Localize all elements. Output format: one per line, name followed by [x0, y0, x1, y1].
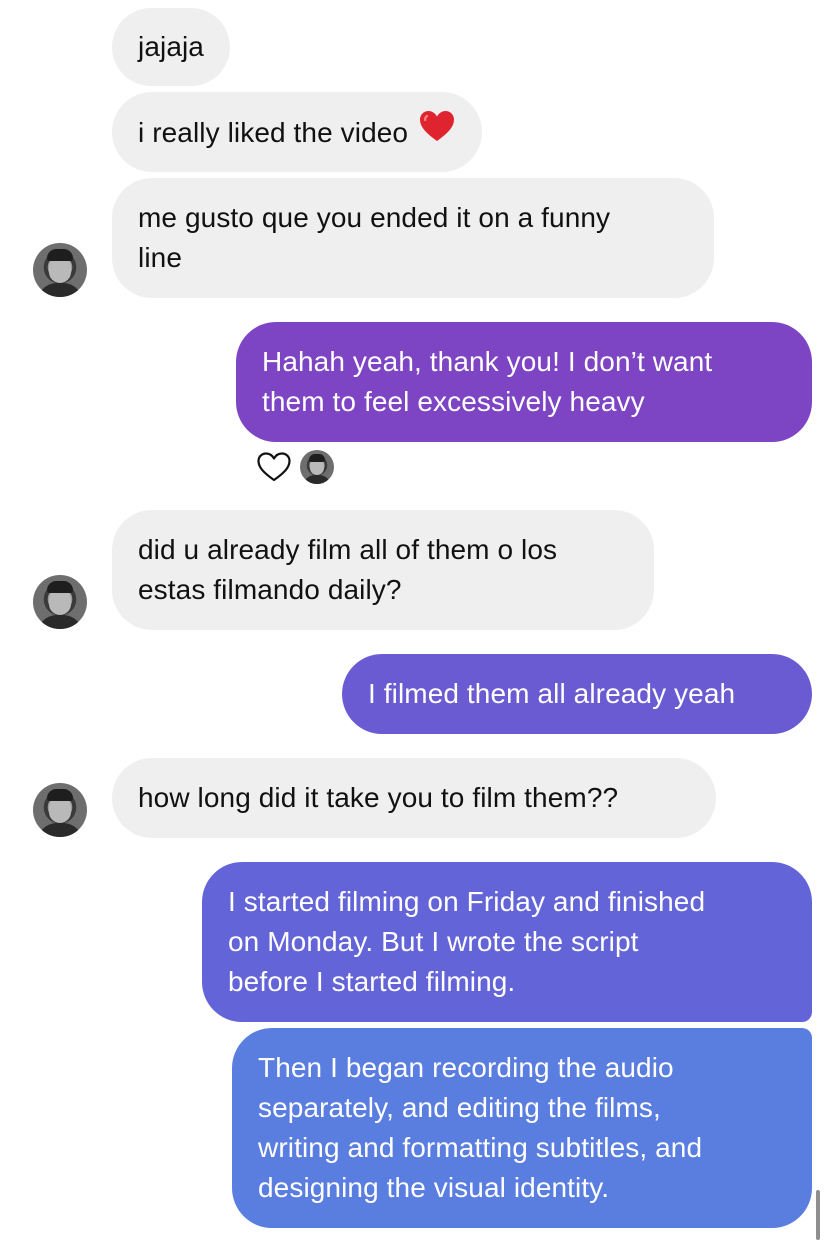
message-line: on Monday. But I wrote the script	[228, 926, 639, 957]
message-bubble-incoming[interactable]: did u already film all of them o los est…	[112, 510, 654, 630]
message-bubble-incoming[interactable]: i really liked the video	[112, 92, 483, 172]
message-line: separately, and editing the films,	[258, 1092, 661, 1123]
message-line: Then I began recording the audio	[258, 1052, 674, 1083]
message-bubble-incoming[interactable]: how long did it take you to film them??	[112, 758, 716, 838]
contact-avatar[interactable]	[33, 783, 87, 837]
message-line: I started filming on Friday and finished	[228, 886, 706, 917]
contact-avatar[interactable]	[33, 243, 87, 297]
message-bubble-outgoing[interactable]: I filmed them all already yeah	[342, 654, 812, 734]
message-line: did u already film all of them o los	[138, 534, 558, 565]
message-line: writing and formatting subtitles, and	[258, 1132, 703, 1163]
contact-avatar[interactable]	[33, 575, 87, 629]
message-line: estas filmando daily?	[138, 574, 402, 605]
message-bubble-outgoing[interactable]: Hahah yeah, thank you! I don’t want them…	[236, 322, 812, 442]
message-bubble-outgoing[interactable]: Then I began recording the audio separat…	[232, 1028, 812, 1228]
reactor-avatar	[300, 450, 334, 484]
message-line: before I started filming.	[228, 966, 516, 997]
message-bubble-outgoing[interactable]: I started filming on Friday and finished…	[202, 862, 812, 1022]
message-text: I filmed them all already yeah	[368, 678, 736, 709]
message-line: designing the visual identity.	[258, 1172, 610, 1203]
reaction-row[interactable]	[256, 450, 346, 486]
message-line: me gusto que you ended it on a funny	[138, 202, 611, 233]
message-text: jajaja	[138, 31, 204, 62]
heart-icon[interactable]	[256, 451, 292, 488]
message-line: line	[138, 242, 182, 273]
heart-emoji	[418, 109, 456, 154]
message-line: them to feel excessively heavy	[262, 386, 645, 417]
message-line: Hahah yeah, thank you! I don’t want	[262, 346, 713, 377]
message-text: how long did it take you to film them??	[138, 782, 619, 813]
message-text: i really liked the video	[138, 116, 409, 148]
message-bubble-incoming[interactable]: jajaja	[112, 8, 230, 86]
message-bubble-incoming[interactable]: me gusto que you ended it on a funny lin…	[112, 178, 714, 298]
scrollbar[interactable]	[816, 1190, 820, 1240]
